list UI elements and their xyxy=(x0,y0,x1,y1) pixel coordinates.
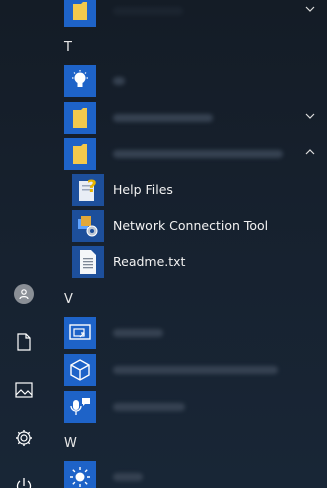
app-tile xyxy=(64,461,96,488)
app-row-cast[interactable] xyxy=(56,315,318,351)
folder-row-expanded[interactable] xyxy=(56,136,318,172)
chevron-down-icon xyxy=(302,108,318,124)
help-file-tile: ? xyxy=(72,174,104,206)
redacted-label xyxy=(113,403,185,411)
text-file-tile xyxy=(72,246,104,278)
power-icon xyxy=(16,478,32,488)
pictures-button[interactable] xyxy=(0,368,48,412)
section-header-w[interactable]: W xyxy=(64,436,77,451)
folder-tile xyxy=(64,102,96,134)
redacted-label xyxy=(113,473,143,481)
folder-icon xyxy=(73,144,87,164)
section-header-v[interactable]: V xyxy=(64,292,73,307)
help-file-icon: ? xyxy=(79,177,97,201)
power-button[interactable] xyxy=(0,464,48,488)
subitem-label: Help Files xyxy=(113,182,173,197)
folder-tile xyxy=(64,138,96,170)
subitem-network-tool[interactable]: Network Connection Tool xyxy=(56,208,318,244)
app-tile xyxy=(64,65,96,97)
user-icon xyxy=(14,284,34,304)
cube-icon xyxy=(70,359,90,381)
chevron-up-icon xyxy=(302,144,318,160)
redacted-label xyxy=(113,150,283,158)
app-list: T ? Help Files Network Connection Tool R… xyxy=(56,0,327,488)
documents-button[interactable] xyxy=(0,320,48,364)
svg-text:?: ? xyxy=(87,177,97,197)
section-header-t[interactable]: T xyxy=(64,40,72,55)
start-menu: T ? Help Files Network Connection Tool R… xyxy=(0,0,327,488)
sun-icon xyxy=(70,467,90,487)
lightbulb-icon xyxy=(72,70,88,87)
app-tile xyxy=(64,391,96,423)
subitem-help-files[interactable]: ? Help Files xyxy=(56,172,318,208)
subitem-label: Readme.txt xyxy=(113,254,186,269)
screen-cast-icon xyxy=(69,324,91,340)
microphone-chat-icon xyxy=(70,398,90,415)
folder-row-top[interactable] xyxy=(56,0,318,29)
chevron-down-icon xyxy=(302,1,318,17)
redacted-label xyxy=(113,7,183,15)
folder-tile xyxy=(64,0,96,27)
folder-row[interactable] xyxy=(56,100,318,136)
subitem-readme[interactable]: Readme.txt xyxy=(56,244,318,280)
start-left-rail xyxy=(0,0,48,488)
pictures-icon xyxy=(15,382,33,398)
app-row-weather[interactable] xyxy=(56,459,318,488)
network-gear-icon xyxy=(78,216,98,237)
redacted-label xyxy=(113,114,213,122)
text-file-icon xyxy=(80,250,96,274)
document-icon xyxy=(17,333,31,351)
redacted-label xyxy=(113,366,278,374)
network-tool-tile xyxy=(72,210,104,242)
app-row-3d[interactable] xyxy=(56,352,318,388)
settings-button[interactable] xyxy=(0,416,48,460)
app-tile xyxy=(64,354,96,386)
account-button[interactable] xyxy=(0,272,48,316)
settings-icon xyxy=(16,430,32,446)
app-row-tips[interactable] xyxy=(56,63,318,99)
redacted-label xyxy=(113,77,125,85)
app-row-voice[interactable] xyxy=(56,389,318,425)
folder-icon xyxy=(73,108,87,128)
folder-icon xyxy=(73,2,87,20)
app-tile xyxy=(64,317,96,349)
subitem-label: Network Connection Tool xyxy=(113,218,269,233)
redacted-label xyxy=(113,329,163,337)
